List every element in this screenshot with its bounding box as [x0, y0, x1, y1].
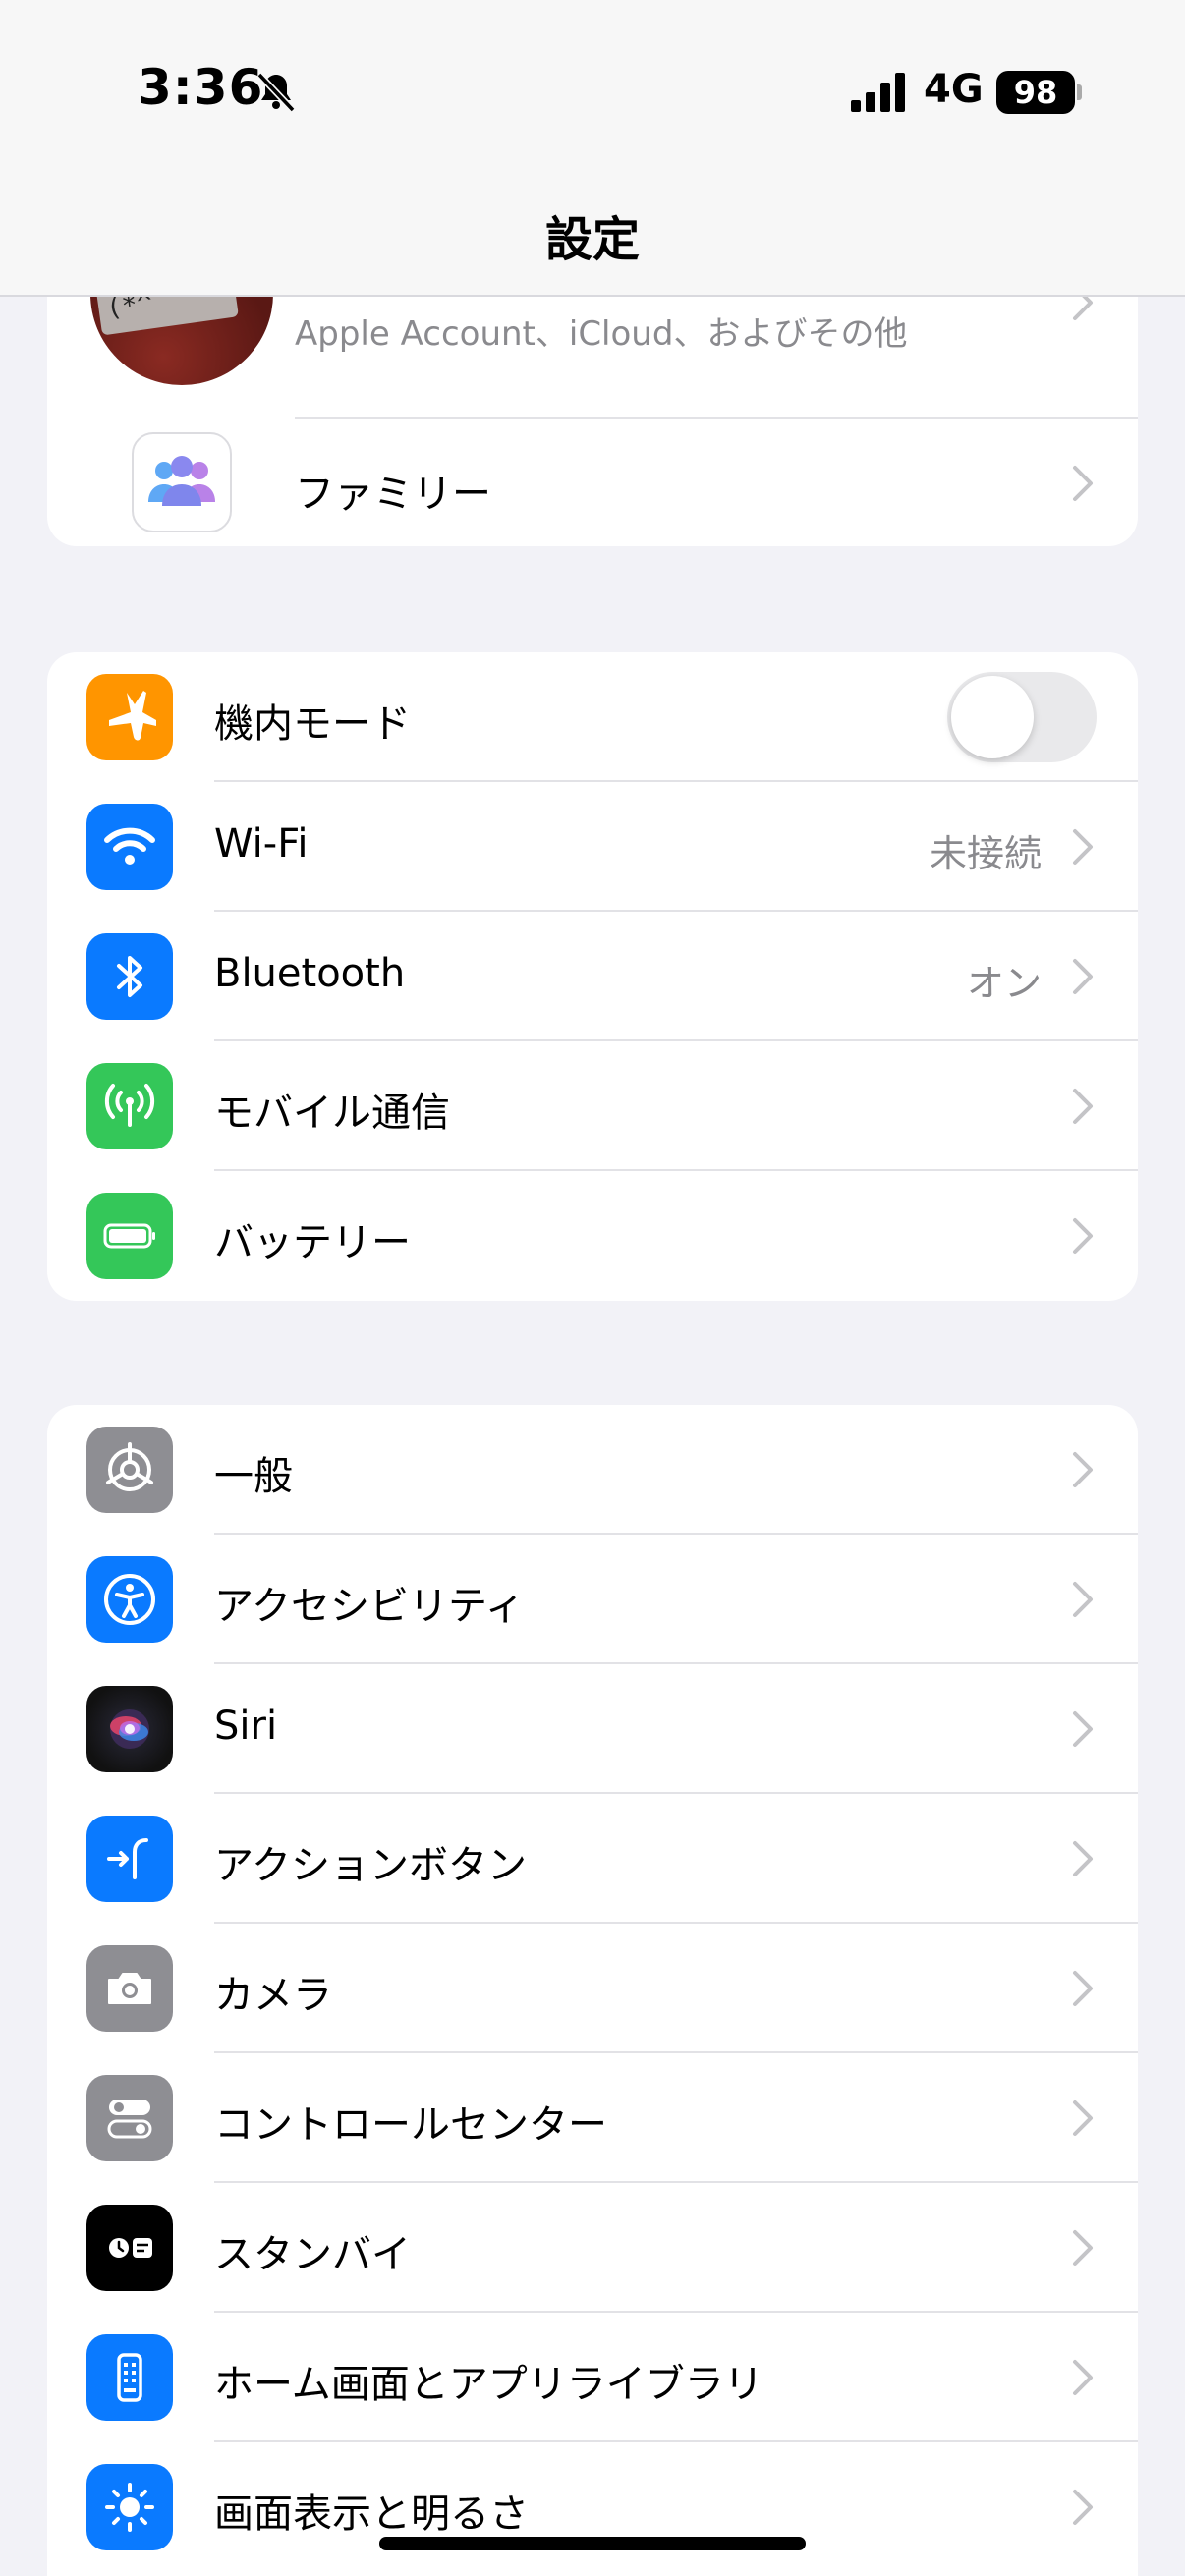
chevron-right-icon [1073, 959, 1093, 994]
chevron-right-icon [1073, 2360, 1093, 2395]
airplane-icon [86, 674, 173, 760]
battery-icon [86, 1193, 173, 1279]
chevron-right-icon [1073, 829, 1093, 865]
bluetooth-label: Bluetooth [214, 951, 406, 996]
navigation-bar: 3:36 4G 98 設定 [0, 0, 1185, 297]
battery-tip [1077, 84, 1082, 100]
account-subtitle: Apple Account、iCloud、およびその他 [295, 314, 908, 354]
control-center-icon [86, 2075, 173, 2161]
home-screen-label: ホーム画面とアプリライブラリ [214, 2362, 763, 2407]
wifi-status: 未接続 [929, 832, 1042, 875]
family-row[interactable]: ファミリー [47, 419, 1138, 546]
wifi-icon [86, 804, 173, 890]
chevron-right-icon [1073, 1711, 1093, 1747]
bluetooth-status: オン [966, 962, 1042, 1005]
standby-icon [86, 2205, 173, 2291]
siri-label: Siri [214, 1704, 278, 1749]
airplane-mode-label: 機内モード [214, 701, 411, 747]
chevron-right-icon [1073, 1452, 1093, 1487]
accessibility-icon [86, 1556, 173, 1643]
brightness-icon [86, 2464, 173, 2550]
chevron-right-icon [1073, 1582, 1093, 1617]
status-time: 3:36 [138, 59, 264, 116]
action-button-row[interactable]: アクションボタン [47, 1794, 1138, 1924]
camera-label: カメラ [214, 1973, 332, 2018]
accessibility-label: アクセシビリティ [214, 1584, 525, 1629]
siri-row[interactable]: Siri [47, 1664, 1138, 1794]
bluetooth-row[interactable]: Bluetooth オン [47, 912, 1138, 1041]
battery-row[interactable]: バッテリー [47, 1171, 1138, 1301]
cellular-row[interactable]: モバイル通信 [47, 1041, 1138, 1171]
airplane-mode-row: 機内モード [47, 652, 1138, 782]
family-icon [132, 432, 232, 532]
action-button-icon [86, 1816, 173, 1902]
chevron-right-icon [1073, 2100, 1093, 2136]
chevron-right-icon [1073, 2230, 1093, 2266]
chevron-right-icon [1073, 1841, 1093, 1876]
camera-row[interactable]: カメラ [47, 1924, 1138, 2053]
wifi-row[interactable]: Wi-Fi 未接続 [47, 782, 1138, 912]
siri-icon [86, 1686, 173, 1772]
chevron-right-icon [1073, 1089, 1093, 1124]
cellular-label: モバイル通信 [214, 1091, 450, 1136]
bluetooth-icon [86, 933, 173, 1020]
standby-label: スタンバイ [214, 2232, 411, 2277]
chevron-right-icon [1073, 2490, 1093, 2525]
page-title: 設定 [544, 212, 640, 267]
chevron-right-icon [1073, 1218, 1093, 1254]
control-center-label: コントロールセンター [214, 2102, 607, 2148]
connectivity-group: 機内モード Wi-Fi 未接続 Bluetooth オン モバイル通信 バッテリ… [47, 652, 1138, 1301]
cellular-signal-icon [851, 73, 905, 112]
gear-icon [86, 1427, 173, 1513]
home-screen-row[interactable]: ホーム画面とアプリライブラリ [47, 2313, 1138, 2442]
cellular-antenna-icon [86, 1063, 173, 1149]
display-brightness-row[interactable]: 画面表示と明るさ [47, 2442, 1138, 2572]
battery-label: バッテリー [214, 1220, 411, 1265]
wifi-label: Wi-Fi [214, 821, 309, 867]
home-indicator[interactable] [379, 2537, 806, 2550]
action-button-label: アクションボタン [214, 1843, 527, 1888]
home-screen-icon [86, 2334, 173, 2421]
network-type: 4G [924, 67, 984, 112]
airplane-mode-toggle[interactable] [947, 672, 1097, 762]
chevron-right-icon [1073, 466, 1093, 501]
general-row[interactable]: 一般 [47, 1405, 1138, 1535]
bell-slash-icon [256, 72, 296, 113]
family-label: ファミリー [295, 472, 491, 517]
display-brightness-label: 画面表示と明るさ [214, 2492, 529, 2537]
accessibility-row[interactable]: アクセシビリティ [47, 1535, 1138, 1664]
settings-screen: 3:36 4G 98 設定 (*^ Apple Account、iCloud、お… [0, 0, 1185, 2576]
camera-icon [86, 1945, 173, 2032]
general-group: 一般 アクセシビリティ Siri アクションボタン カメラ コントロールセンター… [47, 1405, 1138, 2576]
control-center-row[interactable]: コントロールセンター [47, 2053, 1138, 2183]
battery-indicator: 98 [996, 71, 1075, 114]
general-label: 一般 [214, 1454, 293, 1499]
toggle-knob [951, 676, 1034, 758]
chevron-right-icon [1073, 1971, 1093, 2006]
standby-row[interactable]: スタンバイ [47, 2183, 1138, 2313]
